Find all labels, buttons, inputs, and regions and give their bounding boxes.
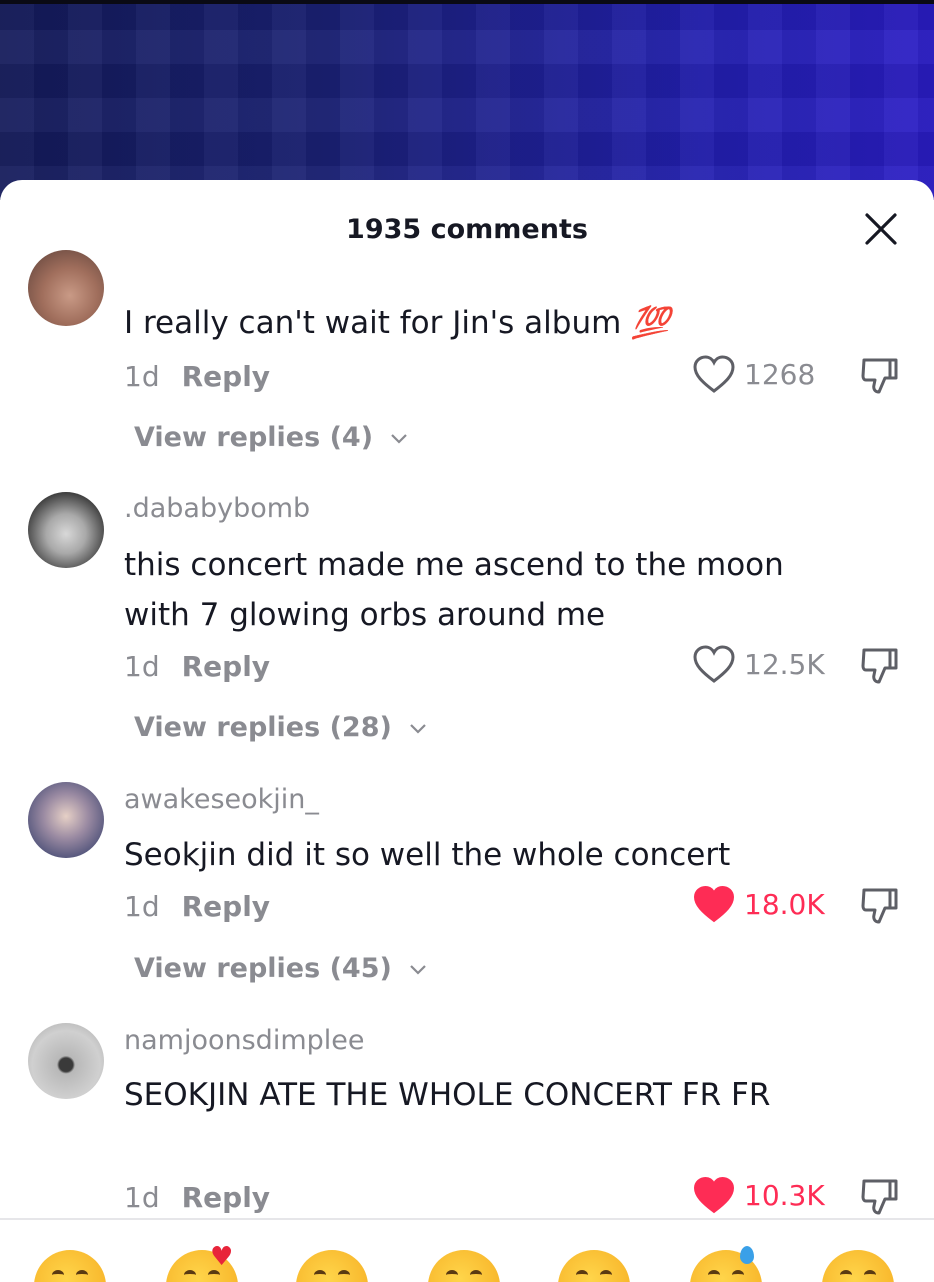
heart-outline-icon bbox=[693, 645, 735, 683]
reply-button[interactable]: Reply bbox=[182, 360, 270, 393]
avatar[interactable] bbox=[28, 250, 104, 326]
like-button[interactable]: 18.0K bbox=[692, 882, 825, 926]
view-replies-button[interactable]: View replies (28) bbox=[134, 712, 427, 743]
comment-time: 1d bbox=[124, 650, 160, 683]
reply-button[interactable]: Reply bbox=[182, 650, 270, 683]
comment-time: 1d bbox=[124, 360, 160, 393]
heart-filled-icon bbox=[693, 885, 735, 923]
view-replies-button[interactable]: View replies (45) bbox=[134, 953, 427, 984]
close-icon[interactable] bbox=[862, 210, 900, 248]
like-count: 1268 bbox=[744, 357, 816, 391]
comments-sheet: 1935 comments I really can't wait for Ji… bbox=[0, 180, 934, 1280]
comment-username[interactable]: namjoonsdimplee bbox=[124, 1025, 364, 1056]
comment-username[interactable]: awakeseokjin_ bbox=[124, 784, 319, 815]
smiling-face-emoji[interactable] bbox=[428, 1250, 500, 1282]
comment-text: this concert made me ascend to the moon … bbox=[124, 547, 784, 633]
sweat-drop-icon bbox=[740, 1246, 754, 1264]
grinning-sweat-emoji[interactable] bbox=[690, 1246, 762, 1282]
comment-text: Seokjin did it so well the whole concert bbox=[124, 837, 731, 873]
view-replies-button[interactable]: View replies (4) bbox=[134, 422, 408, 453]
heart-outline-icon bbox=[693, 355, 735, 393]
chevron-down-icon bbox=[410, 723, 427, 734]
reply-button[interactable]: Reply bbox=[182, 1181, 270, 1214]
chevron-down-icon bbox=[391, 433, 408, 444]
comments-count-title: 1935 comments bbox=[346, 214, 588, 245]
reply-button[interactable]: Reply bbox=[182, 890, 270, 923]
thumbs-down-icon[interactable] bbox=[858, 354, 902, 398]
avatar[interactable] bbox=[28, 492, 104, 568]
smirk-emoji[interactable] bbox=[558, 1250, 630, 1282]
thumbs-down-icon[interactable] bbox=[858, 884, 902, 928]
smiling-face-with-smiling-eyes-emoji[interactable] bbox=[296, 1250, 368, 1282]
avatar[interactable] bbox=[28, 782, 104, 858]
like-button[interactable]: 10.3K bbox=[692, 1173, 825, 1217]
like-button[interactable]: 12.5K bbox=[692, 642, 825, 686]
heart-icon: ♥ bbox=[210, 1242, 234, 1272]
emoji-quick-bar: ♥ bbox=[0, 1218, 934, 1282]
video-background bbox=[0, 0, 934, 200]
like-count: 10.3K bbox=[744, 1178, 825, 1212]
status-strip bbox=[0, 0, 934, 4]
comment-time: 1d bbox=[124, 1181, 160, 1214]
comments-header: 1935 comments bbox=[0, 180, 934, 280]
thumbs-down-icon[interactable] bbox=[858, 1175, 902, 1219]
like-count: 18.0K bbox=[744, 887, 825, 921]
comment-text: I really can't wait for Jin's album bbox=[124, 305, 622, 341]
comment-text: SEOKJIN ATE THE WHOLE CONCERT FR FR bbox=[124, 1077, 771, 1113]
pleading-emoji[interactable] bbox=[822, 1250, 894, 1282]
comment-time: 1d bbox=[124, 890, 160, 923]
thumbs-down-icon[interactable] bbox=[858, 644, 902, 688]
hundred-points-emoji: 💯 bbox=[631, 305, 670, 341]
smiling-face-with-hearts-emoji[interactable]: ♥ bbox=[166, 1242, 238, 1282]
avatar[interactable] bbox=[28, 1023, 104, 1099]
comment-username[interactable]: .dababybomb bbox=[124, 493, 310, 524]
like-button[interactable]: 1268 bbox=[692, 352, 815, 396]
heart-filled-icon bbox=[693, 1176, 735, 1214]
chevron-down-icon bbox=[410, 964, 427, 975]
smile-emoji[interactable] bbox=[34, 1250, 106, 1282]
like-count: 12.5K bbox=[744, 647, 825, 681]
